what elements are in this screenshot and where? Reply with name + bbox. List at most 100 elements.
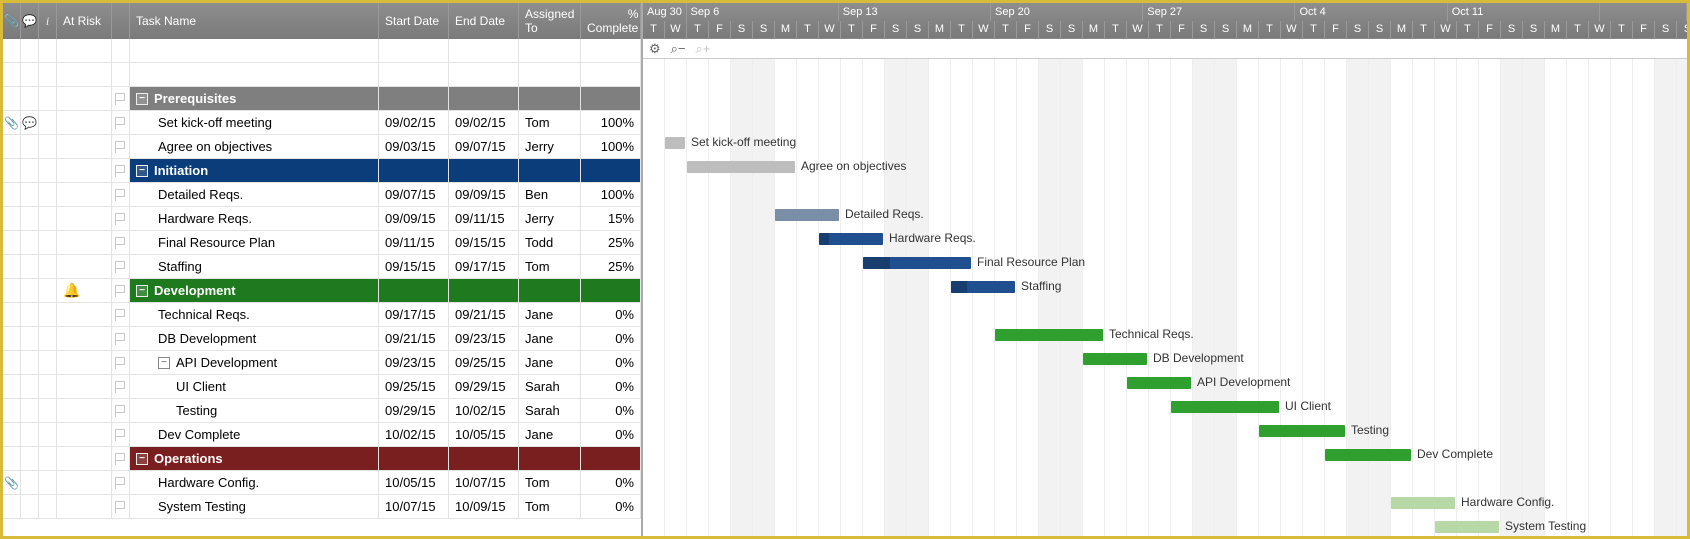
table-row[interactable]: Agree on objectives09/03/1509/07/15Jerry… [3,135,641,159]
table-row[interactable]: −Initiation [3,159,641,183]
flag-cell[interactable] [112,375,130,398]
assigned-cell[interactable]: Tom [519,495,581,518]
task-name-cell[interactable]: UI Client [130,375,379,398]
task-name-cell[interactable]: Hardware Reqs. [130,207,379,230]
flag-cell[interactable] [112,279,130,302]
assigned-cell[interactable]: Jerry [519,135,581,158]
zoom-out-icon[interactable]: ⌕− [671,41,686,57]
pct-cell[interactable]: 0% [581,351,641,374]
section-header[interactable]: −Operations [130,447,379,470]
table-row[interactable]: Detailed Reqs.09/07/1509/09/15Ben100% [3,183,641,207]
table-row[interactable]: 📎💬Set kick-off meeting09/02/1509/02/15To… [3,111,641,135]
flag-cell[interactable] [112,399,130,422]
gantt-bar[interactable]: DB Development [1083,353,1147,365]
attachment-icon[interactable]: 📎 [3,471,21,494]
end-date-cell[interactable]: 09/02/15 [449,111,519,134]
end-date-cell[interactable]: 09/23/15 [449,327,519,350]
task-name-cell[interactable]: Staffing [130,255,379,278]
end-date-cell[interactable]: 09/25/15 [449,351,519,374]
end-date-cell[interactable]: 09/09/15 [449,183,519,206]
flag-cell[interactable] [112,207,130,230]
assigned-cell[interactable]: Todd [519,231,581,254]
header-info-icon[interactable]: i [39,3,57,39]
table-row[interactable]: Testing09/29/1510/02/15Sarah0% [3,399,641,423]
flag-cell[interactable] [112,231,130,254]
end-date-cell[interactable]: 10/05/15 [449,423,519,446]
pct-cell[interactable]: 100% [581,111,641,134]
table-row[interactable]: −Operations [3,447,641,471]
collapse-icon[interactable]: − [136,453,148,465]
pct-cell[interactable]: 0% [581,495,641,518]
assigned-cell[interactable]: Tom [519,111,581,134]
task-name-cell[interactable]: Set kick-off meeting [130,111,379,134]
pct-cell[interactable]: 15% [581,207,641,230]
gantt-bar[interactable]: Dev Complete [1325,449,1411,461]
task-name-cell[interactable]: System Testing [130,495,379,518]
task-name-cell[interactable]: Detailed Reqs. [130,183,379,206]
table-row[interactable] [3,39,641,63]
table-row[interactable]: −API Development09/23/1509/25/15Jane0% [3,351,641,375]
collapse-icon[interactable]: − [136,165,148,177]
table-row[interactable]: Dev Complete10/02/1510/05/15Jane0% [3,423,641,447]
gantt-bar[interactable]: Testing [1259,425,1345,437]
assigned-cell[interactable]: Sarah [519,375,581,398]
flag-cell[interactable] [112,495,130,518]
comment-icon[interactable]: 💬 [21,111,39,134]
task-name-cell[interactable]: Dev Complete [130,423,379,446]
end-date-cell[interactable]: 09/11/15 [449,207,519,230]
start-date-cell[interactable]: 09/29/15 [379,399,449,422]
start-date-cell[interactable]: 10/07/15 [379,495,449,518]
table-row[interactable]: −Prerequisites [3,87,641,111]
collapse-icon[interactable]: − [158,357,170,369]
task-name-cell[interactable]: Technical Reqs. [130,303,379,326]
start-date-cell[interactable]: 10/02/15 [379,423,449,446]
gantt-bar[interactable]: Hardware Config. [1391,497,1455,509]
table-row[interactable]: Technical Reqs.09/17/1509/21/15Jane0% [3,303,641,327]
header-task-name[interactable]: Task Name [130,3,379,39]
table-row[interactable]: DB Development09/21/1509/23/15Jane0% [3,327,641,351]
assigned-cell[interactable]: Jane [519,351,581,374]
gantt-bar[interactable]: Technical Reqs. [995,329,1103,341]
start-date-cell[interactable]: 09/02/15 [379,111,449,134]
assigned-cell[interactable]: Jane [519,303,581,326]
end-date-cell[interactable]: 09/21/15 [449,303,519,326]
gantt-body[interactable]: Set kick-off meetingAgree on objectivesD… [643,59,1687,536]
header-at-risk[interactable]: At Risk [57,3,112,39]
pct-cell[interactable]: 100% [581,183,641,206]
gantt-bar[interactable]: Staffing [951,281,1015,293]
task-name-cell[interactable]: Testing [130,399,379,422]
table-row[interactable]: 📎Hardware Config.10/05/1510/07/15Tom0% [3,471,641,495]
collapse-icon[interactable]: − [136,93,148,105]
gantt-bar[interactable]: API Development [1127,377,1191,389]
end-date-cell[interactable]: 10/02/15 [449,399,519,422]
task-name-cell[interactable]: Final Resource Plan [130,231,379,254]
end-date-cell[interactable]: 10/09/15 [449,495,519,518]
pct-cell[interactable]: 0% [581,423,641,446]
flag-cell[interactable] [112,327,130,350]
table-row[interactable] [3,63,641,87]
task-name-cell[interactable]: Agree on objectives [130,135,379,158]
end-date-cell[interactable]: 09/07/15 [449,135,519,158]
collapse-icon[interactable]: − [136,285,148,297]
start-date-cell[interactable]: 09/17/15 [379,303,449,326]
assigned-cell[interactable]: Tom [519,255,581,278]
header-pct-complete[interactable]: % Complete [581,3,641,39]
flag-cell[interactable] [112,423,130,446]
gantt-bar[interactable]: Hardware Reqs. [819,233,883,245]
start-date-cell[interactable]: 09/21/15 [379,327,449,350]
zoom-in-icon[interactable]: ⌕+ [696,41,711,57]
header-comment-icon[interactable]: 💬 [21,3,39,39]
table-row[interactable]: Hardware Reqs.09/09/1509/11/15Jerry15% [3,207,641,231]
end-date-cell[interactable]: 10/07/15 [449,471,519,494]
section-header[interactable]: −Development [130,279,379,302]
gantt-bar[interactable]: System Testing [1435,521,1499,533]
flag-cell[interactable] [112,159,130,182]
pct-cell[interactable]: 0% [581,303,641,326]
section-header[interactable]: −Initiation [130,159,379,182]
header-attachment-icon[interactable]: 📎 [3,3,21,39]
header-end-date[interactable]: End Date [449,3,519,39]
gantt-bar[interactable]: Detailed Reqs. [775,209,839,221]
flag-cell[interactable] [112,111,130,134]
task-name-cell[interactable]: −API Development [130,351,379,374]
flag-cell[interactable] [112,303,130,326]
